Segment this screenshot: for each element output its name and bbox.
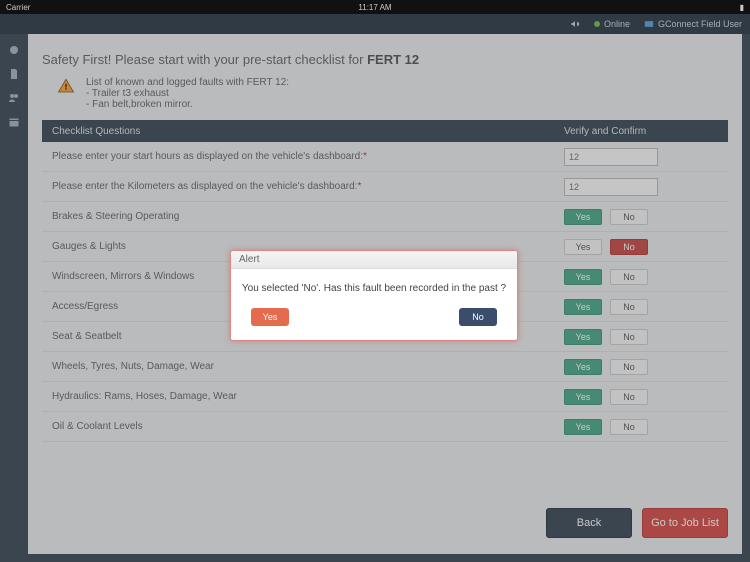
alert-modal: Alert You selected 'No'. Has this fault … — [230, 250, 518, 341]
modal-buttons: Yes No — [231, 294, 517, 340]
modal-no-button[interactable]: No — [459, 308, 497, 326]
modal-title: Alert — [231, 251, 517, 269]
modal-yes-button[interactable]: Yes — [251, 308, 289, 326]
modal-body: You selected 'No'. Has this fault been r… — [231, 269, 517, 294]
